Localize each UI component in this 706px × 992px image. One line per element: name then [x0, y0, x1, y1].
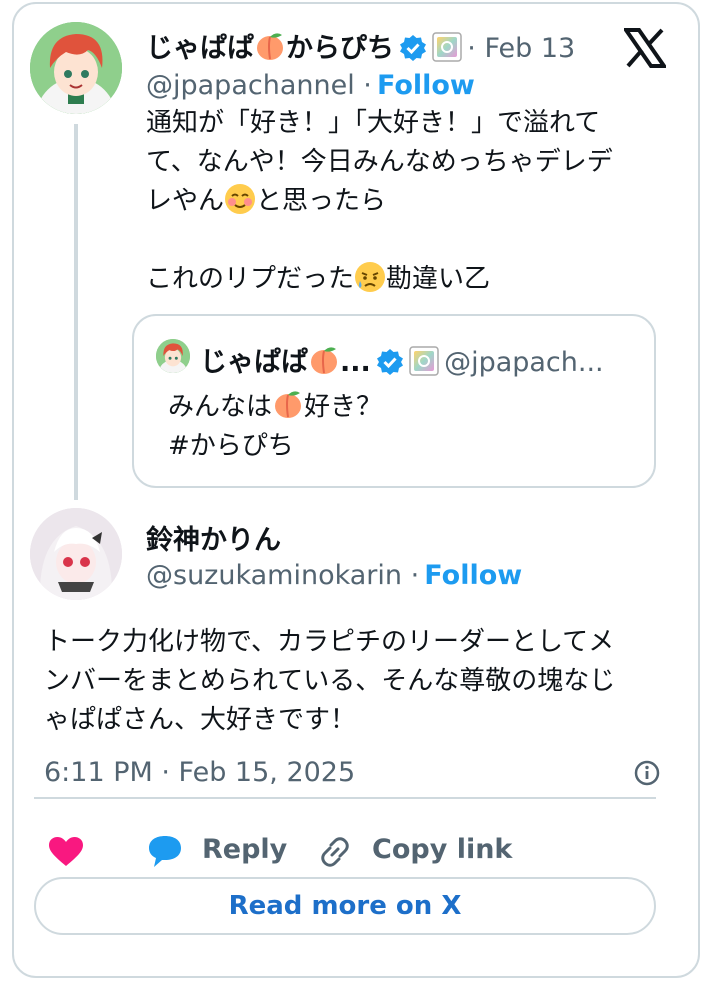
author-name-row: じゃぱぱ からぴち · Feb 13	[146, 26, 575, 65]
divider	[34, 797, 656, 799]
tweet-text-line: レやん と思ったら	[146, 182, 646, 221]
verified-badge-icon	[400, 35, 427, 61]
tweet-date[interactable]: · Feb 13	[467, 33, 575, 64]
quoted-author-handle: @jpapach...	[444, 347, 604, 378]
reply-author-avatar[interactable]	[30, 508, 122, 600]
reply-button[interactable]: Reply	[202, 834, 287, 865]
author-handle[interactable]: @jpapachannel ·	[146, 70, 372, 101]
heart-icon[interactable]	[48, 836, 84, 868]
author-name[interactable]: じゃぱぱ からぴち	[146, 33, 394, 64]
reply-text-line: ゃぱぱさん、大好きです！	[44, 705, 357, 735]
quoted-header-row: じゃぱぱ... @jpapach...	[200, 340, 604, 379]
affiliate-badge-icon	[432, 32, 462, 62]
link-icon[interactable]	[317, 835, 353, 869]
author-handle-row: @jpapachannel · Follow	[146, 70, 475, 101]
tweet-text-line: これのリプだった 勘違い乙	[146, 260, 646, 299]
follow-button[interactable]: Follow	[377, 70, 475, 101]
quoted-author-name: じゃぱぱ...	[200, 347, 371, 378]
reply-author-handle[interactable]: @suzukaminokarin ·	[146, 560, 419, 591]
speech-bubble-icon[interactable]	[146, 834, 184, 868]
tweet-text-line: 通知が「好き！」「大好き！」で溢れて	[146, 108, 601, 138]
copy-link-button[interactable]: Copy link	[372, 834, 512, 865]
hashtag[interactable]: #からぴち	[168, 427, 628, 466]
tweet-text-line: て、なんや！今日みんなめっちゃデレデ	[146, 147, 613, 177]
affiliate-badge-icon	[409, 346, 439, 376]
quoted-text-line: みんなは 好き？	[168, 388, 628, 427]
x-logo-icon[interactable]	[624, 28, 666, 68]
quoted-tweet-text: みんなは 好き？ #からぴち	[168, 388, 628, 466]
quoted-author-avatar	[156, 339, 190, 373]
peach-emoji-icon	[275, 391, 302, 418]
reply-handle-row: @suzukaminokarin · Follow	[146, 560, 522, 591]
peach-emoji-icon	[311, 347, 337, 374]
reply-text-line: ンバーをまとめられている、そんな尊敬の塊なじ	[44, 666, 616, 696]
peach-emoji-icon	[257, 33, 283, 60]
read-more-button[interactable]: Read more on X	[34, 877, 656, 935]
reply-text: トーク力化け物で、カラピチのリーダーとしてメ ンバーをまとめられている、そんな尊…	[44, 623, 664, 740]
tweet-text: 通知が「好き！」「大好き！」で溢れて て、なんや！今日みんなめっちゃデレデ レや…	[146, 104, 646, 299]
blushing-smile-emoji-icon	[225, 184, 256, 214]
reply-timestamp[interactable]: 6:11 PM · Feb 15, 2025	[44, 757, 355, 788]
sad-sweat-emoji-icon	[355, 262, 386, 292]
reply-text-line: トーク力化け物で、カラピチのリーダーとしてメ	[44, 627, 615, 657]
reply-follow-button[interactable]: Follow	[424, 560, 522, 591]
author-avatar[interactable]	[30, 22, 122, 114]
reply-author-name[interactable]: 鈴神かりん	[146, 518, 281, 557]
verified-badge-icon	[376, 349, 403, 375]
thread-line	[74, 124, 78, 500]
info-icon[interactable]	[633, 759, 661, 787]
